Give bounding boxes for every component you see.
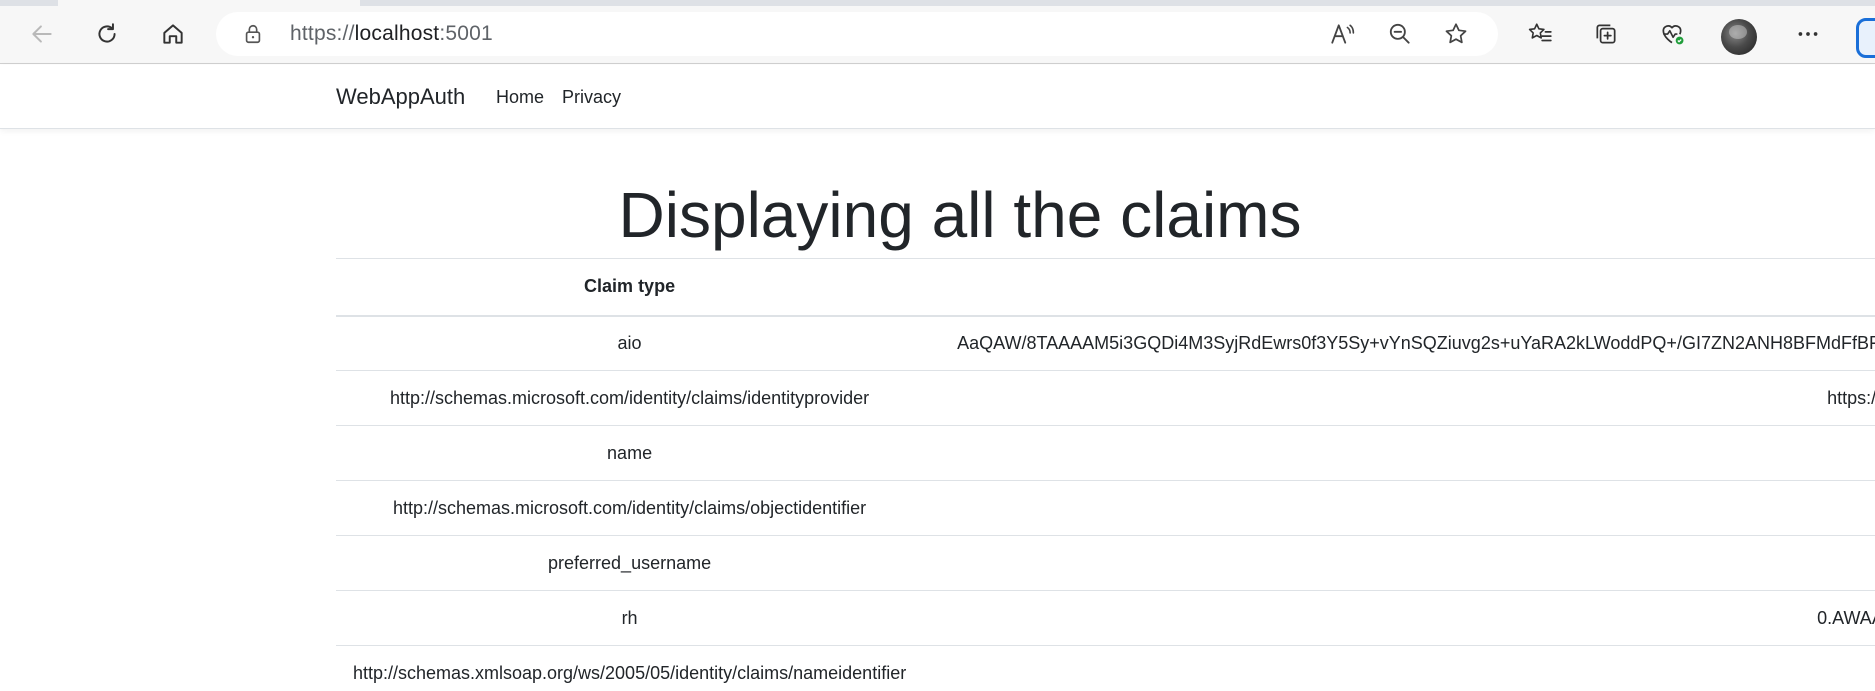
- claim-value-cell: https:/: [923, 370, 1875, 426]
- zoom-out-icon: [1389, 23, 1410, 44]
- browser-toolbar: https://localhost:5001: [0, 6, 1875, 64]
- claim-value-cell: AaQAW/8TAAAAM5i3GQDi4M3SyjRdEwrs0f3Y5Sy+…: [923, 315, 1875, 371]
- table-header-row: Claim type: [336, 258, 1875, 317]
- claim-value-cell: [923, 535, 1875, 591]
- claim-type-cell: name: [336, 425, 924, 481]
- refresh-button[interactable]: [89, 16, 125, 52]
- favorite-star-button[interactable]: [1442, 20, 1470, 48]
- page-title: Displaying all the claims: [618, 179, 1302, 251]
- refresh-icon: [98, 23, 116, 43]
- lock-icon[interactable]: [242, 23, 264, 45]
- viewport: https://localhost:5001 WebAppAuth Home P…: [0, 0, 1875, 691]
- address-bar[interactable]: https://localhost:5001: [216, 12, 1498, 56]
- zoom-out-button[interactable]: [1386, 20, 1414, 48]
- claim-type-cell: http://schemas.xmlsoap.org/ws/2005/05/id…: [336, 645, 924, 691]
- arrow-left-icon: [32, 25, 52, 43]
- table-row: preferred_username: [336, 535, 1875, 591]
- claim-value-cell: [923, 645, 1875, 691]
- more-dots-icon: [1798, 32, 1818, 36]
- claim-value-cell: [923, 425, 1875, 481]
- brand-link[interactable]: WebAppAuth: [336, 65, 465, 129]
- profile-avatar[interactable]: [1721, 19, 1757, 55]
- claims-table: Claim type aio AaQAW/8TAAAAM5i3GQDi4M3Sy…: [336, 258, 1875, 691]
- url-host: localhost: [354, 22, 440, 45]
- collections-icon: [1596, 24, 1616, 44]
- star-icon: [1445, 23, 1467, 44]
- table-row: rh 0.AWAA: [336, 590, 1875, 646]
- collections-button[interactable]: [1588, 16, 1624, 52]
- copilot-icon[interactable]: [1856, 18, 1875, 58]
- claim-type-cell: rh: [336, 590, 924, 646]
- favorites-button[interactable]: [1522, 16, 1558, 52]
- column-header-claim-value: [923, 258, 1875, 317]
- table-row: name: [336, 425, 1875, 481]
- claim-type-cell: preferred_username: [336, 535, 924, 591]
- read-aloud-icon: [1331, 24, 1355, 44]
- favorites-list-icon: [1528, 23, 1552, 42]
- home-button[interactable]: [155, 16, 191, 52]
- claim-type-cell: http://schemas.microsoft.com/identity/cl…: [336, 370, 924, 426]
- read-aloud-button[interactable]: [1328, 20, 1356, 48]
- browser-essentials-button[interactable]: [1654, 16, 1690, 52]
- site-navbar: WebAppAuth Home Privacy: [0, 65, 1875, 129]
- claim-value-cell: [923, 480, 1875, 536]
- table-row: http://schemas.microsoft.com/identity/cl…: [336, 480, 1875, 536]
- url-port: :5001: [439, 22, 493, 45]
- claim-value-cell: 0.AWAA: [923, 590, 1875, 646]
- nav-link-privacy[interactable]: Privacy: [562, 65, 621, 129]
- more-options-button[interactable]: [1790, 16, 1826, 52]
- back-button[interactable]: [24, 16, 60, 52]
- table-row: http://schemas.xmlsoap.org/ws/2005/05/id…: [336, 645, 1875, 691]
- claim-type-cell: http://schemas.microsoft.com/identity/cl…: [336, 480, 924, 536]
- heart-pulse-icon: [1662, 25, 1684, 45]
- url-scheme: https://: [290, 22, 355, 45]
- column-header-claim-type: Claim type: [336, 258, 924, 317]
- url-text[interactable]: https://localhost:5001: [290, 12, 493, 56]
- table-row: http://schemas.microsoft.com/identity/cl…: [336, 370, 1875, 426]
- table-row: aio AaQAW/8TAAAAM5i3GQDi4M3SyjRdEwrs0f3Y…: [336, 315, 1875, 371]
- home-icon: [163, 24, 183, 44]
- nav-link-home[interactable]: Home: [496, 65, 544, 129]
- claim-type-cell: aio: [336, 315, 924, 371]
